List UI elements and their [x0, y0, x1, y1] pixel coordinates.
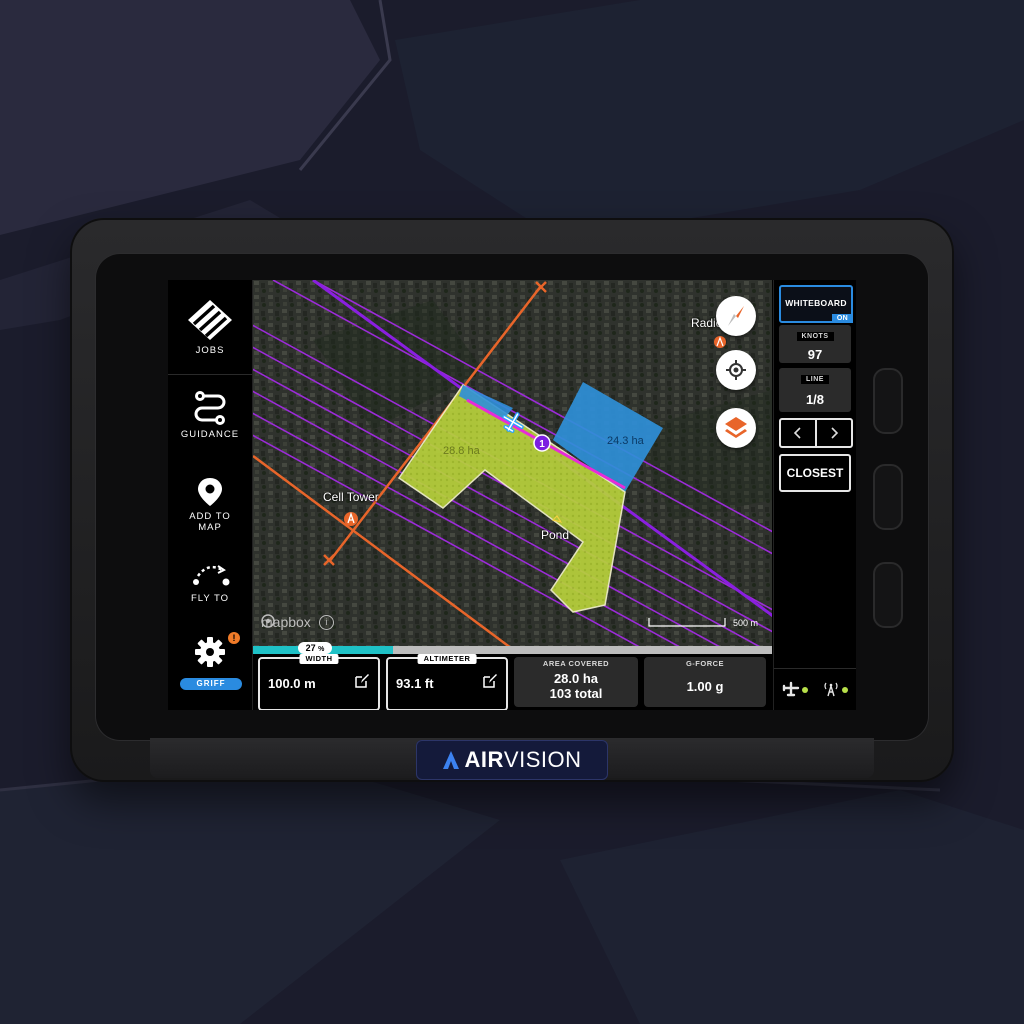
locate-icon: [726, 360, 746, 380]
jobs-logo-icon: [188, 300, 232, 340]
altimeter-tag: ALTIMETER: [417, 654, 477, 664]
cell-tower-label: Cell Tower: [323, 490, 379, 504]
whiteboard-label: WHITEBOARD: [785, 298, 847, 308]
altimeter-value: 93.1 ft: [396, 676, 434, 691]
settings-alert-badge: !: [228, 632, 240, 644]
map-view[interactable]: 24.3 ha 28.8 ha 1 Cell Tower Pond Radio …: [253, 280, 772, 648]
nav-guidance[interactable]: GUIDANCE: [168, 390, 252, 440]
edit-icon[interactable]: [482, 673, 498, 689]
mapbox-attribution: mapbox i: [261, 614, 334, 630]
area-covered-box: AREA COVERED 28.0 ha 103 total: [514, 657, 638, 707]
width-value: 100.0 m: [268, 676, 316, 691]
nav-add-to-map-label-2: MAP: [198, 522, 222, 533]
hardware-button-3[interactable]: [873, 562, 903, 628]
line-navigation: [779, 418, 853, 448]
gforce-box: G-FORCE 1.00 g: [644, 657, 766, 707]
route-icon: [194, 391, 226, 425]
fly-to-icon: [193, 565, 230, 586]
next-line-button[interactable]: [815, 420, 851, 446]
scale-label: 500 m: [733, 618, 759, 628]
aircraft-icon: [782, 681, 800, 697]
map-canvas[interactable]: 24.3 ha 28.8 ha 1: [253, 280, 772, 648]
line-tag: LINE: [801, 375, 829, 384]
airvision-mark-icon: [442, 751, 459, 769]
nav-jobs-label: JOBS: [195, 345, 225, 356]
status-row: [780, 678, 852, 700]
gear-icon: [195, 637, 225, 667]
knots-box: KNOTS 97: [779, 325, 851, 363]
compass-icon: [728, 306, 744, 326]
chevron-left-icon: [793, 427, 801, 439]
hardware-button-1[interactable]: [873, 368, 903, 434]
line-value: 1/8: [805, 392, 825, 407]
info-icon[interactable]: i: [318, 614, 334, 630]
nav-add-to-map[interactable]: ADD TO MAP: [168, 476, 252, 533]
map-pin-icon: [198, 478, 222, 506]
width-box[interactable]: WIDTH 100.0 m: [258, 654, 380, 710]
whiteboard-state: ON: [831, 314, 853, 323]
locate-button[interactable]: [716, 350, 756, 390]
whiteboard-toggle[interactable]: WHITEBOARD ON: [779, 285, 853, 323]
knots-tag: KNOTS: [796, 332, 834, 341]
area-covered-tag: AREA COVERED: [542, 659, 610, 668]
closest-button[interactable]: CLOSEST: [779, 454, 851, 492]
radio-status-dot: [842, 687, 848, 693]
nav-jobs[interactable]: JOBS: [168, 298, 252, 356]
area-green-label: 28.8 ha: [443, 445, 481, 457]
line-box: LINE 1/8: [779, 368, 851, 412]
coverage-progress-label: 27 %: [298, 642, 332, 654]
width-tag: WIDTH: [299, 654, 339, 664]
mapbox-logo-icon: [261, 614, 275, 628]
compass-button[interactable]: [716, 296, 756, 336]
edit-icon[interactable]: [354, 673, 370, 689]
pond-label: Pond: [541, 528, 570, 542]
nav-fly-to-label: FLY TO: [190, 593, 230, 604]
settings-button[interactable]: [194, 636, 226, 668]
app-screen: JOBS GUIDANCE ADD TO MAP FLY TO ! GRIFF …: [168, 280, 856, 710]
layers-button[interactable]: [716, 408, 756, 448]
radio-tower-icon: [824, 682, 838, 697]
area-total-value: 103 total: [549, 686, 603, 701]
gforce-value: 1.00 g: [686, 679, 724, 694]
layers-icon: [725, 417, 747, 438]
nav-add-to-map-label: ADD TO: [189, 511, 231, 522]
aircraft-status-dot: [802, 687, 808, 693]
hardware-button-2[interactable]: [873, 464, 903, 530]
chevron-right-icon: [831, 427, 839, 439]
nav-fly-to[interactable]: FLY TO: [168, 560, 252, 604]
altimeter-box[interactable]: ALTIMETER 93.1 ft: [386, 654, 508, 710]
gforce-tag: G-FORCE: [685, 659, 725, 668]
knots-value: 97: [807, 347, 823, 362]
left-sidebar: JOBS GUIDANCE ADD TO MAP FLY TO ! GRIFF: [168, 280, 253, 710]
area-blue-label: 24.3 ha: [607, 435, 645, 447]
airvision-logo: AIRVISION: [416, 740, 608, 780]
user-badge[interactable]: GRIFF: [180, 678, 242, 690]
prev-line-button[interactable]: [781, 420, 815, 446]
right-panel: WHITEBOARD ON KNOTS 97 LINE 1/8 CLOSEST: [773, 280, 856, 710]
nav-guidance-label: GUIDANCE: [180, 429, 240, 440]
area-covered-value: 28.0 ha: [553, 671, 599, 686]
waypoint-number: 1: [539, 439, 545, 450]
